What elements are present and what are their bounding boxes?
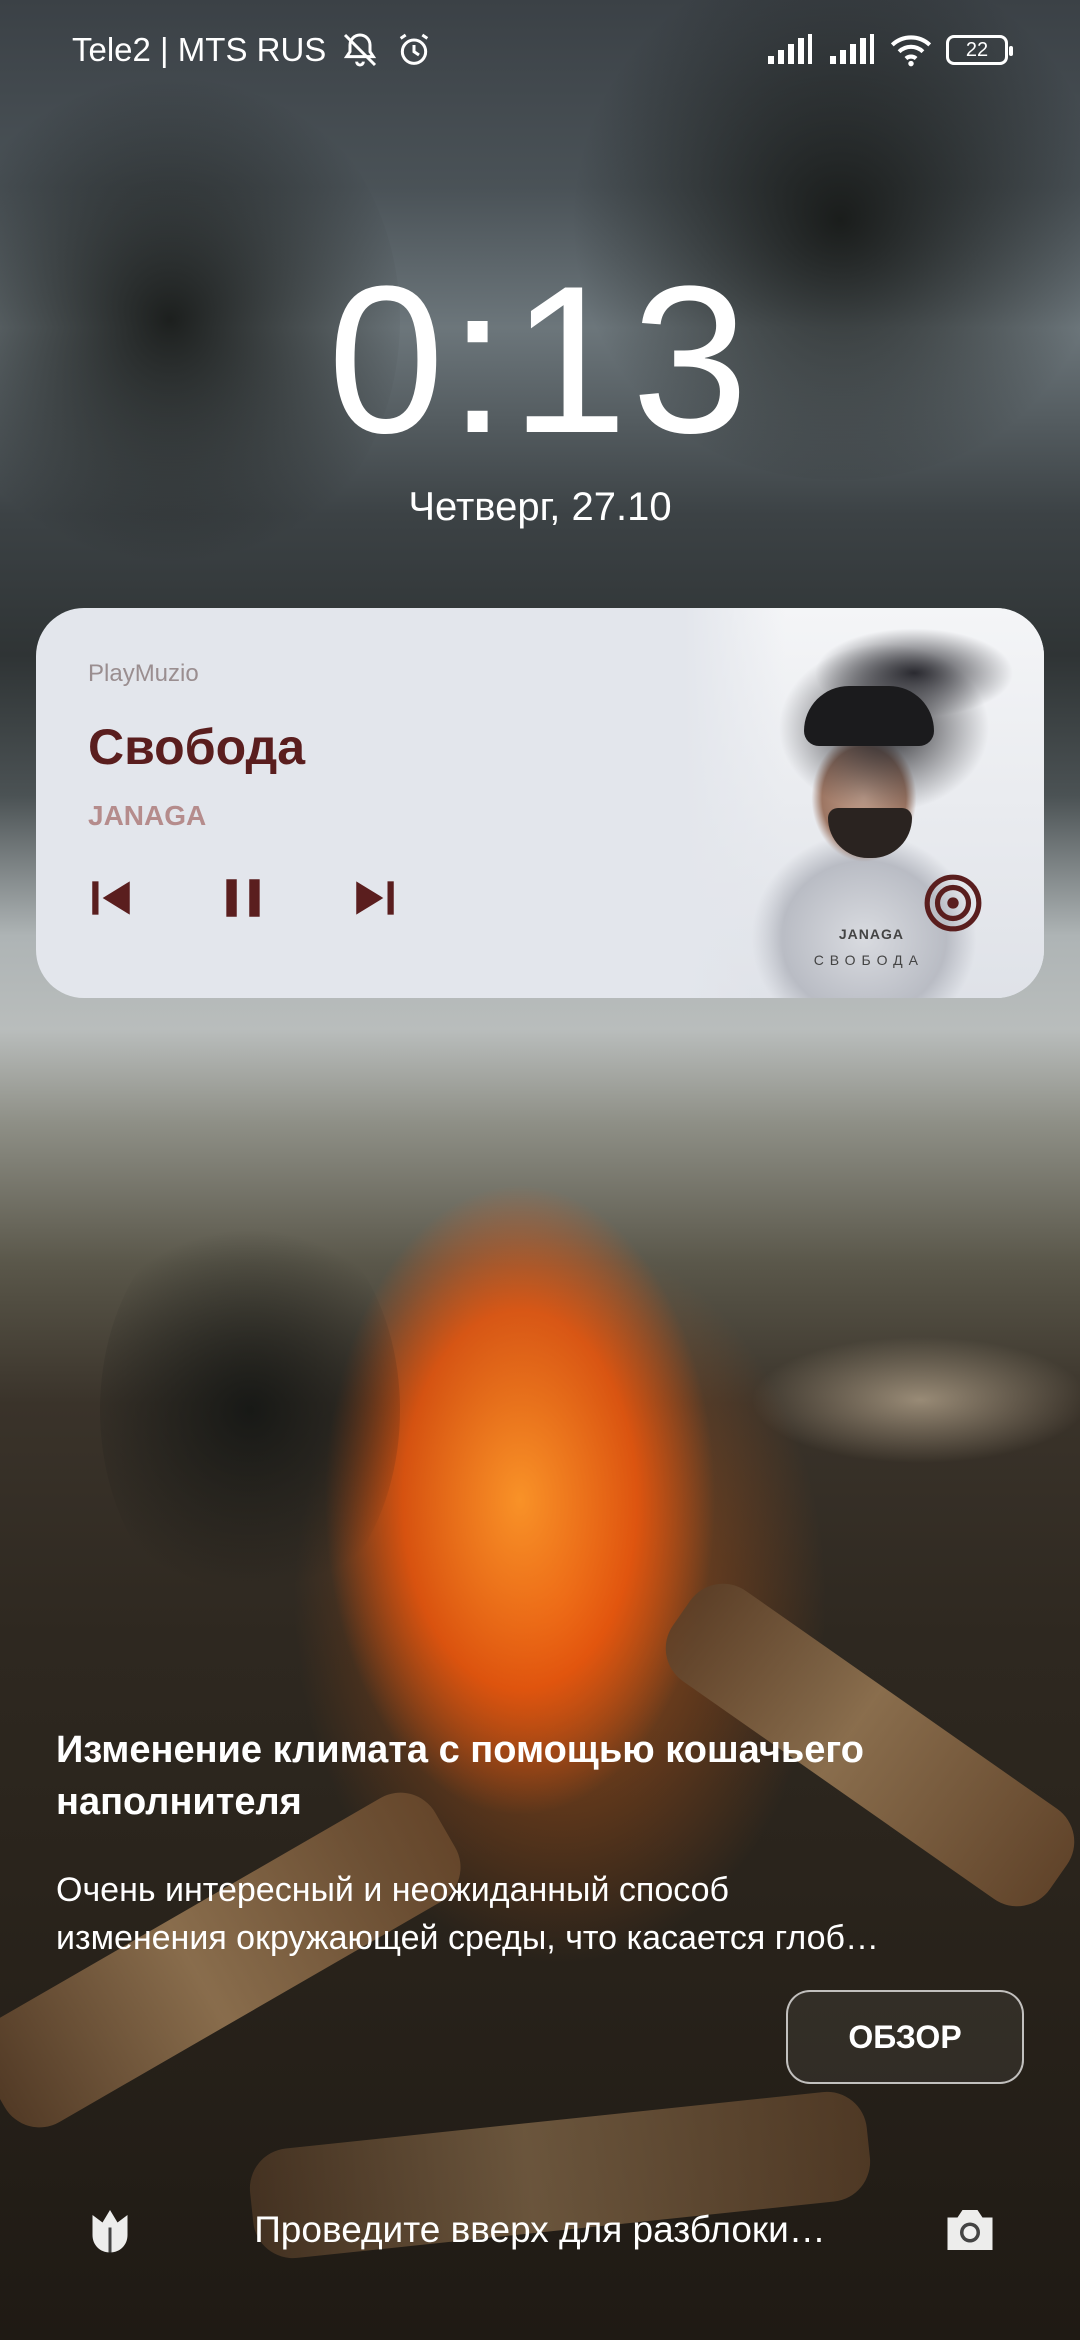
signal-icon xyxy=(828,34,876,66)
next-button[interactable] xyxy=(350,870,400,926)
overview-button[interactable]: ОБЗОР xyxy=(786,1990,1024,2084)
lock-clock: 0:13 xyxy=(327,242,753,477)
pause-icon xyxy=(226,879,260,917)
tree-silhouette xyxy=(100,1200,400,1620)
battery-icon: 22 xyxy=(946,35,1013,65)
artist-hair-shape xyxy=(804,686,934,746)
track-title: Свобода xyxy=(88,719,306,775)
cast-icon[interactable] xyxy=(922,872,984,934)
media-player-card[interactable]: JANAGA СВОБОДА PlayMuzio Свобода JANAGA xyxy=(36,608,1044,998)
album-art-subtitle: СВОБОДА xyxy=(813,952,924,968)
article-title[interactable]: Изменение климата с помощью кошачьего на… xyxy=(56,1724,1016,1828)
lock-date: Четверг, 27.10 xyxy=(408,485,672,529)
tulip-icon[interactable] xyxy=(80,2200,140,2260)
previous-button[interactable] xyxy=(86,870,136,926)
album-art-label: JANAGA xyxy=(838,926,904,942)
status-left: Tele2 | MTS RUS xyxy=(72,30,434,70)
status-right: 22 xyxy=(766,33,1013,67)
track-artist: JANAGA xyxy=(88,800,207,831)
carrier-label: Tele2 | MTS RUS xyxy=(72,31,327,68)
mute-bell-icon xyxy=(340,30,380,70)
battery-level: 22 xyxy=(965,38,989,61)
alarm-icon xyxy=(394,30,434,70)
swipe-unlock-hint: Проведите вверх для разблоки… xyxy=(254,2209,826,2250)
signal-icon xyxy=(766,34,814,66)
previous-icon xyxy=(92,881,130,915)
album-art: JANAGA СВОБОДА xyxy=(684,608,1044,998)
status-bar: Tele2 | MTS RUS 22 xyxy=(72,20,1013,80)
wifi-icon xyxy=(890,33,932,67)
article-body: Очень интересный и неожиданный способ из… xyxy=(56,1866,1016,1962)
article-body-line: изменения окружающей среды, что касается… xyxy=(56,1919,879,1957)
pause-button[interactable] xyxy=(218,870,268,926)
media-controls xyxy=(86,870,400,926)
next-icon xyxy=(356,881,394,915)
article-body-line: Очень интересный и неожиданный способ xyxy=(56,1871,729,1909)
camera-icon[interactable] xyxy=(940,2200,1000,2260)
bottom-bar: Проведите вверх для разблоки… xyxy=(80,2190,1000,2270)
media-app-name: PlayMuzio xyxy=(88,660,199,687)
artist-beard-shape xyxy=(828,808,912,858)
lock-screen: Tele2 | MTS RUS 22 0:13 Четверг, 27.10 J… xyxy=(0,0,1080,2340)
